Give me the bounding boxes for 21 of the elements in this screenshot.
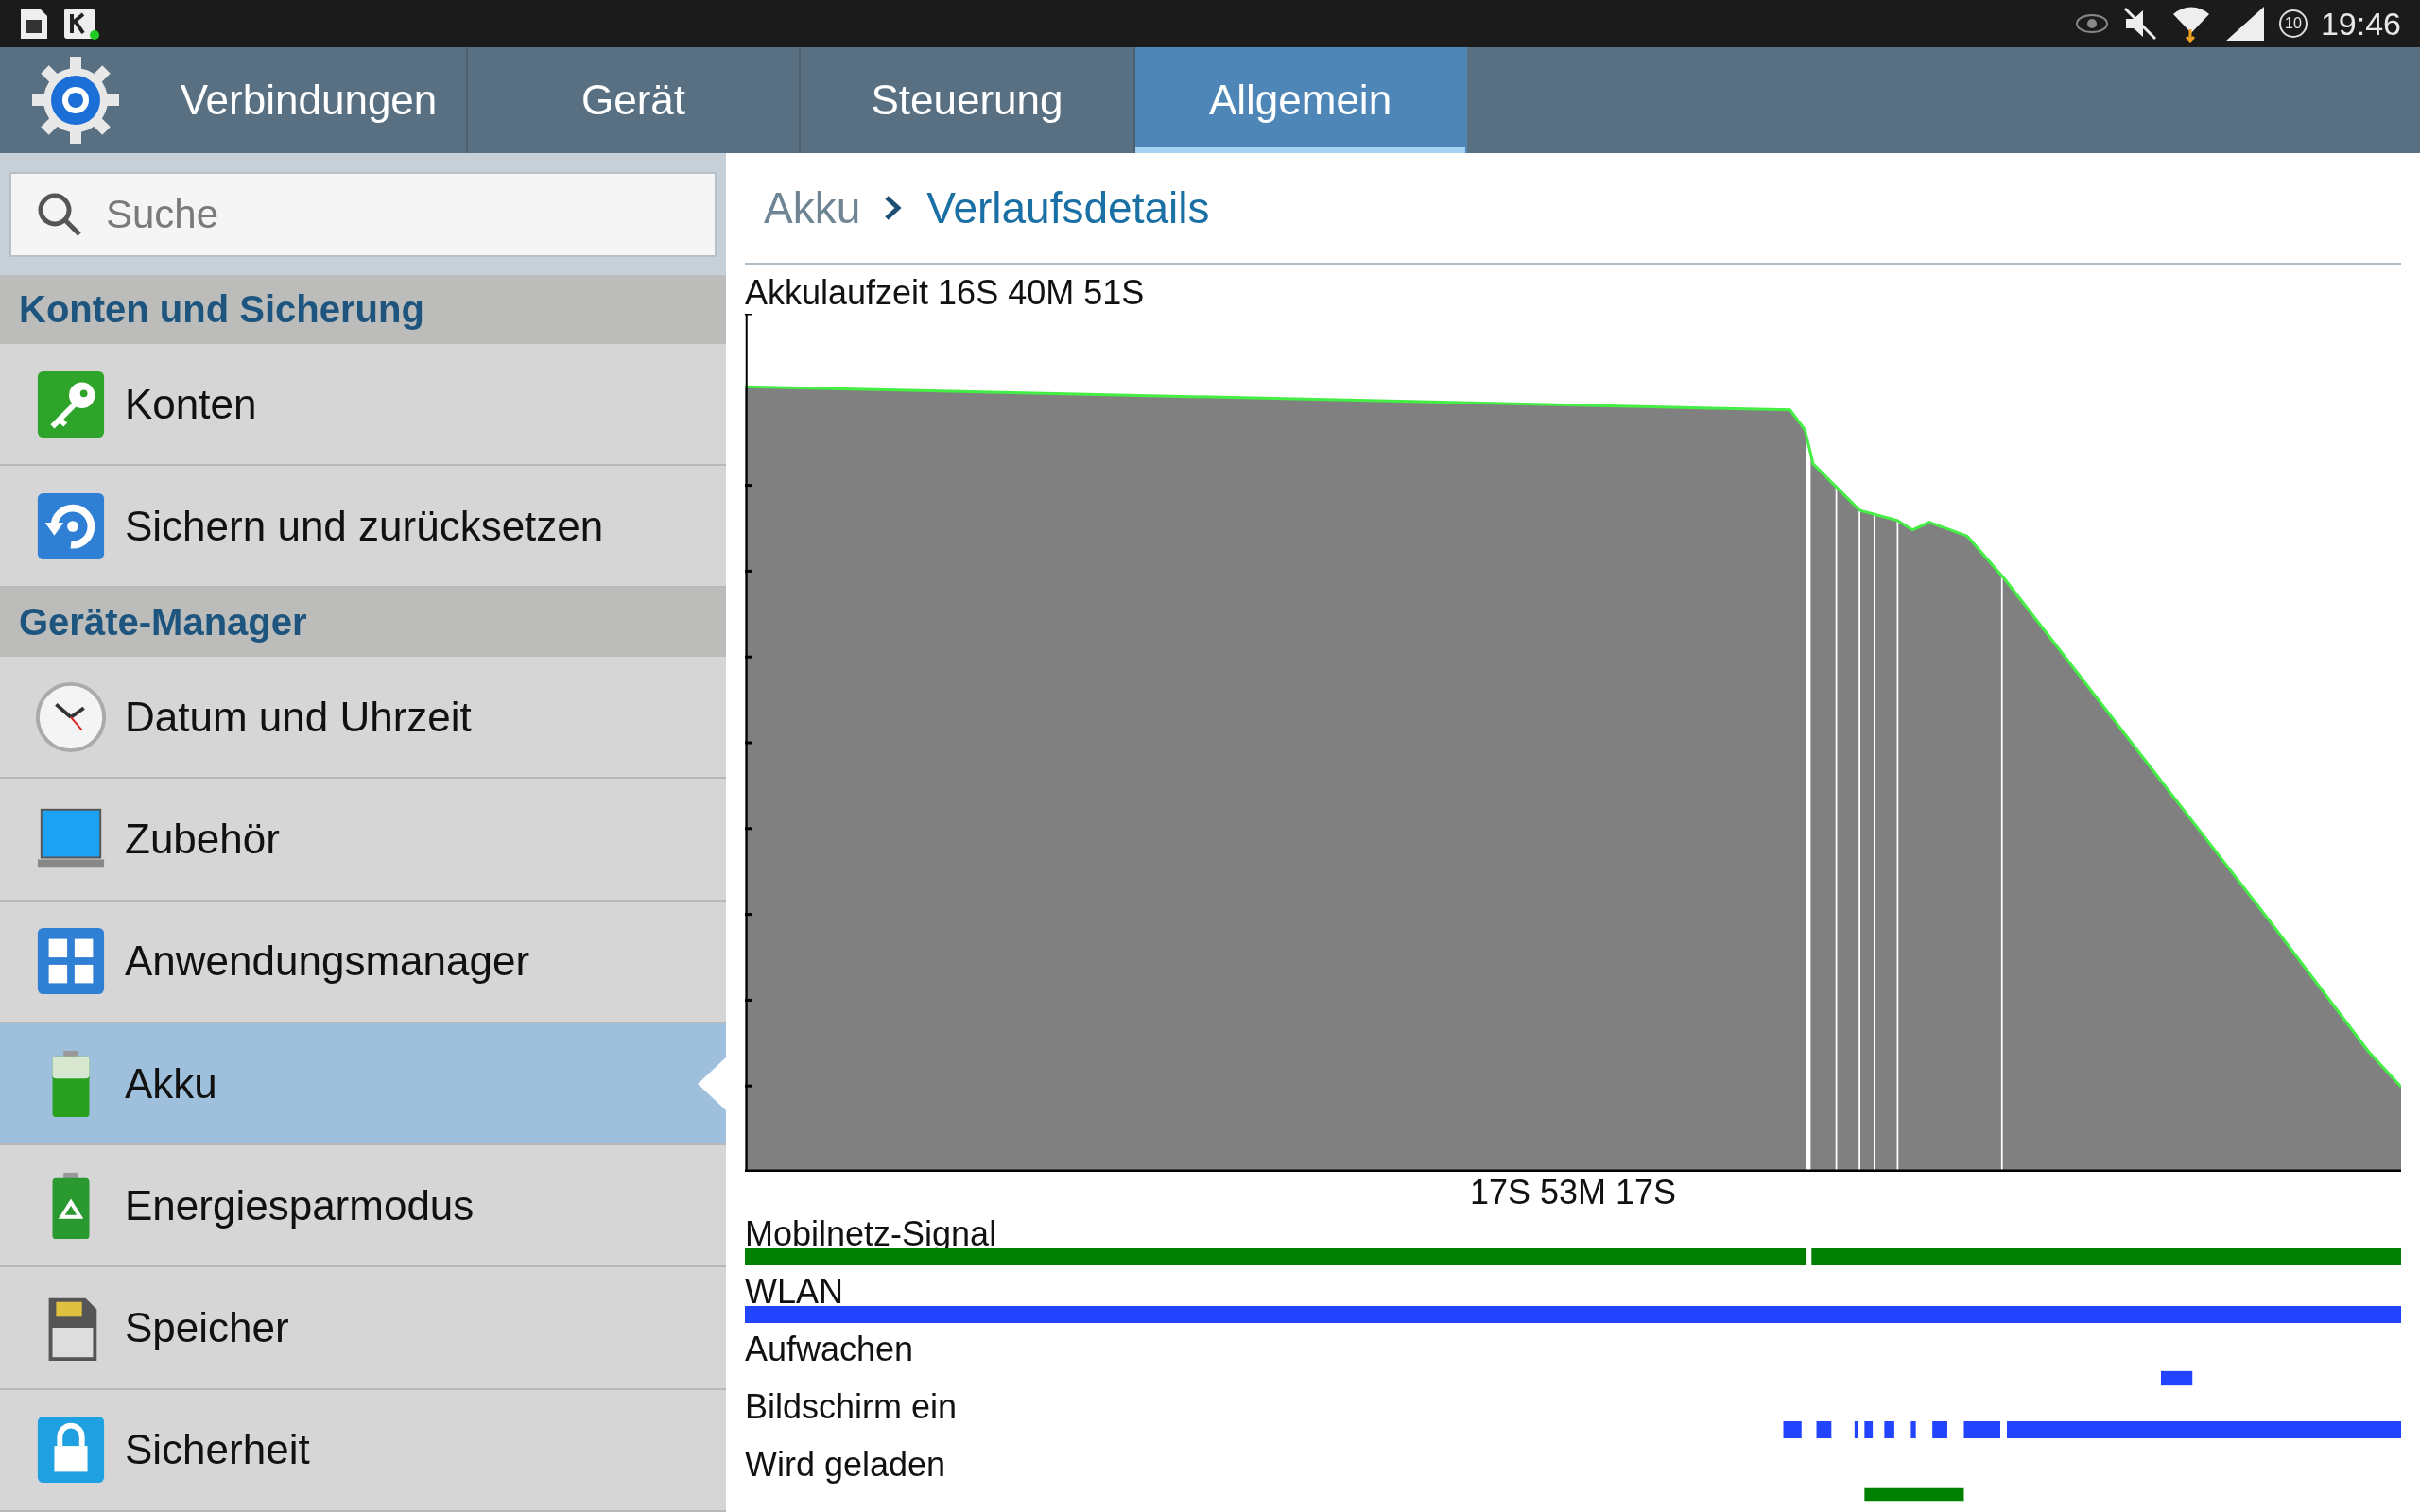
sidebar-item[interactable]: Akku	[0, 1022, 726, 1146]
duration-label: 17S 53M 17S	[1468, 1172, 1678, 1213]
notification-count: 10	[2278, 9, 2308, 38]
timeline-label: Bildschirm ein	[745, 1386, 959, 1428]
section-header: Konten und Sicherung	[0, 275, 726, 344]
sim-card-icon	[19, 7, 49, 41]
settings-icon	[30, 55, 121, 146]
clock-time: 19:46	[2320, 5, 2401, 43]
settings-tab[interactable]: Allgemein	[1135, 47, 1467, 153]
section-header: Geräte-Manager	[0, 588, 726, 657]
muted-speaker-icon	[2121, 6, 2158, 42]
timeline-label: Mobilnetz-Signal	[745, 1213, 998, 1255]
wifi-icon	[2170, 5, 2211, 43]
app-notification-icon	[62, 7, 100, 41]
clock-icon	[34, 679, 108, 754]
search-field[interactable]: Suche	[9, 171, 717, 257]
breadcrumb-link[interactable]: Akku	[764, 182, 861, 233]
timeline-label: Wird geladen	[745, 1444, 947, 1486]
battery-time-label: Akkulaufzeit 16S 40M 51S	[745, 272, 1146, 314]
timeline-label: Aufwachen	[745, 1329, 915, 1370]
timeline-label: WLAN	[745, 1271, 844, 1313]
